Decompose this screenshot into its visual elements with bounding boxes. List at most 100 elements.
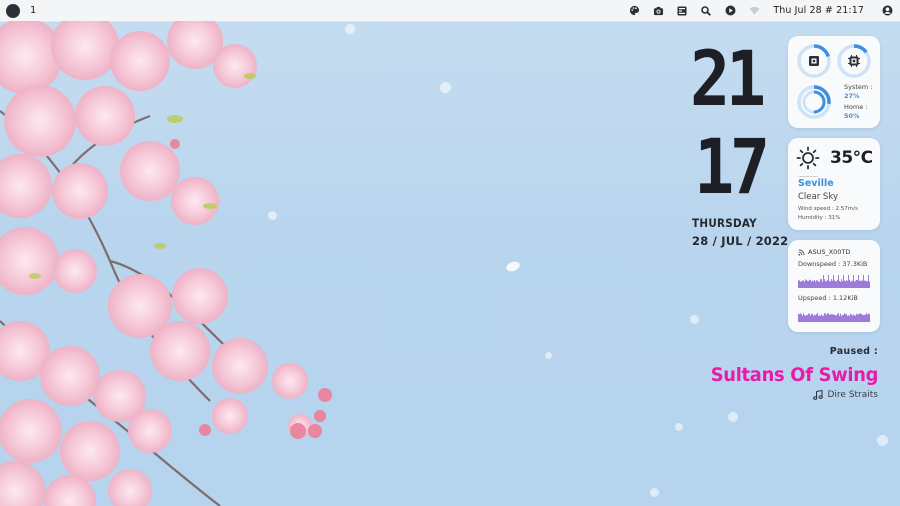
graph-bar [852,280,853,288]
graph-bar [799,314,800,322]
graph-bar [857,314,858,322]
falling-petal [440,82,451,93]
topbar-clock[interactable]: Thu Jul 28 # 21:17 [773,5,864,16]
system-label-text: System : [844,83,873,91]
graph-bar [843,314,844,322]
wifi-signal-icon [798,248,805,256]
graph-bar [843,275,844,288]
sun-icon [796,146,820,170]
graph-bar [857,280,858,288]
falling-petal [345,24,355,34]
weather-condition: Clear Sky [798,192,838,202]
graph-bar [868,275,869,288]
wifi-icon[interactable] [743,0,765,21]
graph-bar [846,280,847,288]
graph-bar [798,313,799,322]
graph-bar [841,315,842,322]
graph-bar [863,314,864,322]
graph-bar [867,314,868,322]
graph-bar [830,314,831,322]
graph-bar [849,315,850,322]
launcher-icon[interactable] [6,3,20,18]
system-disk-value: 27% [844,92,860,100]
graph-bar [860,313,861,322]
graph-bar [799,280,800,288]
network-ssid-row: ASUS_X00TD [798,248,850,256]
file-manager-icon[interactable] [671,0,693,21]
downspeed-label: Downspeed : 37.3KiB [798,260,868,268]
graph-bar [869,313,870,322]
falling-petal [268,211,277,220]
cherry-blossom-wallpaper [0,21,332,506]
graph-bar [847,280,848,288]
graph-bar [854,315,855,322]
graph-bar [810,280,811,288]
music-title[interactable]: Sultans Of Swing [711,364,879,386]
graph-bar [852,315,853,322]
upspeed-label: Upspeed : 1.12KiB [798,294,858,302]
graph-bar [846,314,847,322]
graph-bar [865,280,866,288]
clock-minute: 17 [694,122,770,211]
falling-petal [728,412,738,422]
graph-bar [868,313,869,322]
graph-bar [833,275,834,288]
graph-bar [851,281,852,288]
falling-petal [650,488,659,497]
falling-petal [504,259,522,274]
graph-bar [831,279,832,288]
user-icon[interactable] [876,0,898,21]
music-artist: Dire Straits [827,390,878,400]
search-icon[interactable] [695,0,717,21]
graph-bar [822,281,823,288]
graph-bar [826,280,827,288]
graph-bar [809,313,810,322]
graph-bar [817,313,818,322]
graph-bar [827,280,828,288]
graph-bar [825,281,826,288]
graph-bar [833,314,834,322]
music-artist-row: Dire Straits [813,390,878,400]
media-play-icon[interactable] [719,0,741,21]
graph-bar [815,315,816,322]
graph-bar [817,280,818,288]
graph-bar [806,280,807,288]
graph-bar [807,280,808,288]
graph-bar [812,313,813,322]
graph-bar [856,313,857,322]
graph-bar [807,315,808,322]
graph-bar [820,279,821,288]
screenshot-icon[interactable] [647,0,669,21]
graph-bar [861,280,862,288]
falling-petal [545,352,552,359]
palette-icon[interactable] [623,0,645,21]
graph-bar [854,281,855,288]
graph-bar [863,275,864,288]
graph-bar [840,281,841,288]
graph-bar [850,313,851,322]
graph-bar [808,313,809,322]
graph-bar [823,315,824,322]
graph-bar [805,315,806,322]
graph-bar [804,281,805,288]
graph-bar [828,313,829,322]
graph-bar [821,314,822,322]
graph-bar [827,313,828,322]
graph-bar [862,280,863,288]
graph-bar [847,315,848,322]
graph-bar [859,313,860,322]
graph-bar [815,281,816,288]
graph-bar [839,315,840,322]
graph-bar [832,314,833,322]
graph-bar [848,315,849,322]
graph-bar [869,281,870,288]
workspace-indicator[interactable]: 1 [30,5,36,16]
graph-bar [819,315,820,322]
graph-bar [816,314,817,322]
graph-bar [824,279,825,288]
top-panel: 1 Thu Jul 28 # 21:17 [0,0,900,22]
home-label-text: Home : [844,103,868,111]
graph-bar [853,314,854,322]
graph-bar [838,313,839,322]
weather-widget: 35°C .............. Seville Clear Sky Wi… [788,138,880,230]
